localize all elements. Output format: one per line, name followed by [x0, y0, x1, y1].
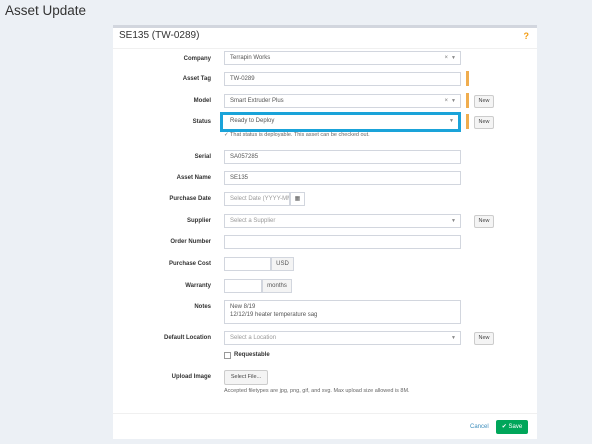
purchase-date-input[interactable]: Select Date (YYYY-MM-D — [224, 192, 290, 206]
order-number-label: Order Number — [170, 239, 211, 245]
default-location-placeholder: Select a Location — [230, 335, 277, 341]
chevron-down-icon: ▼ — [451, 335, 456, 341]
new-status-button[interactable]: New — [474, 116, 494, 129]
page-title: Asset Update — [5, 3, 87, 18]
new-supplier-button[interactable]: New — [474, 215, 494, 228]
cancel-button[interactable]: Cancel — [470, 424, 489, 430]
asset-tag-input[interactable]: TW-0289 — [224, 72, 461, 86]
notes-line: New 8/19 — [230, 304, 256, 310]
status-select[interactable]: Ready to Deploy ▼ — [225, 115, 458, 129]
asset-tag-label: Asset Tag — [182, 76, 211, 82]
new-model-button[interactable]: New — [474, 95, 494, 108]
model-select[interactable]: Smart Extruder Plus × ▼ — [224, 94, 461, 108]
chevron-down-icon: ▼ — [451, 218, 456, 224]
asset-name-input[interactable]: SE135 — [224, 171, 461, 185]
help-icon[interactable]: ? — [524, 31, 530, 41]
company-select[interactable]: Terrapin Works × ▼ — [224, 51, 461, 65]
status-help-text: ✓ That status is deployable. This asset … — [224, 132, 370, 137]
clear-icon[interactable]: × — [444, 95, 448, 107]
warranty-label: Warranty — [185, 283, 211, 289]
chevron-down-icon: ▼ — [449, 118, 454, 124]
asset-name-label: Asset Name — [176, 175, 211, 181]
purchase-date-label: Purchase Date — [169, 196, 211, 202]
chevron-down-icon: ▼ — [451, 98, 456, 104]
order-number-input[interactable] — [224, 235, 461, 249]
purchase-cost-input[interactable] — [224, 257, 271, 271]
upload-image-label: Upload Image — [171, 374, 211, 380]
required-indicator — [466, 71, 469, 86]
upload-help-text: Accepted filetypes are jpg, png, gif, an… — [224, 388, 410, 394]
supplier-select[interactable]: Select a Supplier ▼ — [224, 214, 461, 228]
model-value: Smart Extruder Plus — [230, 98, 284, 104]
notes-textarea[interactable]: New 8/19 12/12/19 heater temperature sag — [224, 300, 461, 324]
save-label: Save — [508, 424, 523, 430]
check-icon: ✔ — [501, 424, 509, 430]
panel-title: SE135 (TW-0289) — [119, 30, 200, 41]
serial-label: Serial — [194, 154, 211, 160]
serial-input[interactable]: SA057285 — [224, 150, 461, 164]
chevron-down-icon: ▼ — [451, 55, 456, 61]
company-value: Terrapin Works — [230, 55, 271, 61]
asset-form-panel: SE135 (TW-0289) ? Company Terrapin Works… — [113, 25, 537, 439]
required-indicator — [466, 114, 469, 129]
default-location-label: Default Location — [163, 335, 211, 341]
currency-addon: USD — [271, 257, 294, 271]
supplier-placeholder: Select a Supplier — [230, 218, 276, 224]
requestable-label: Requestable — [234, 352, 270, 358]
warranty-input[interactable] — [224, 279, 262, 293]
company-label: Company — [183, 56, 211, 62]
new-location-button[interactable]: New — [474, 332, 494, 345]
requestable-checkbox[interactable] — [224, 352, 231, 359]
purchase-cost-label: Purchase Cost — [168, 261, 211, 267]
panel-header: SE135 (TW-0289) ? — [113, 28, 537, 49]
calendar-icon[interactable]: ▦ — [290, 192, 305, 206]
default-location-select[interactable]: Select a Location ▼ — [224, 331, 461, 345]
notes-line: 12/12/19 heater temperature sag — [230, 312, 318, 318]
warranty-unit-addon: months — [262, 279, 292, 293]
status-label: Status — [192, 119, 211, 125]
model-label: Model — [193, 98, 211, 104]
select-file-button[interactable]: Select File... — [224, 370, 268, 385]
notes-label: Notes — [194, 304, 211, 310]
save-button[interactable]: ✔ Save — [496, 420, 528, 434]
form-divider — [113, 413, 537, 414]
clear-icon[interactable]: × — [444, 52, 448, 64]
supplier-label: Supplier — [186, 218, 211, 224]
status-value: Ready to Deploy — [230, 118, 275, 124]
required-indicator — [466, 93, 469, 108]
